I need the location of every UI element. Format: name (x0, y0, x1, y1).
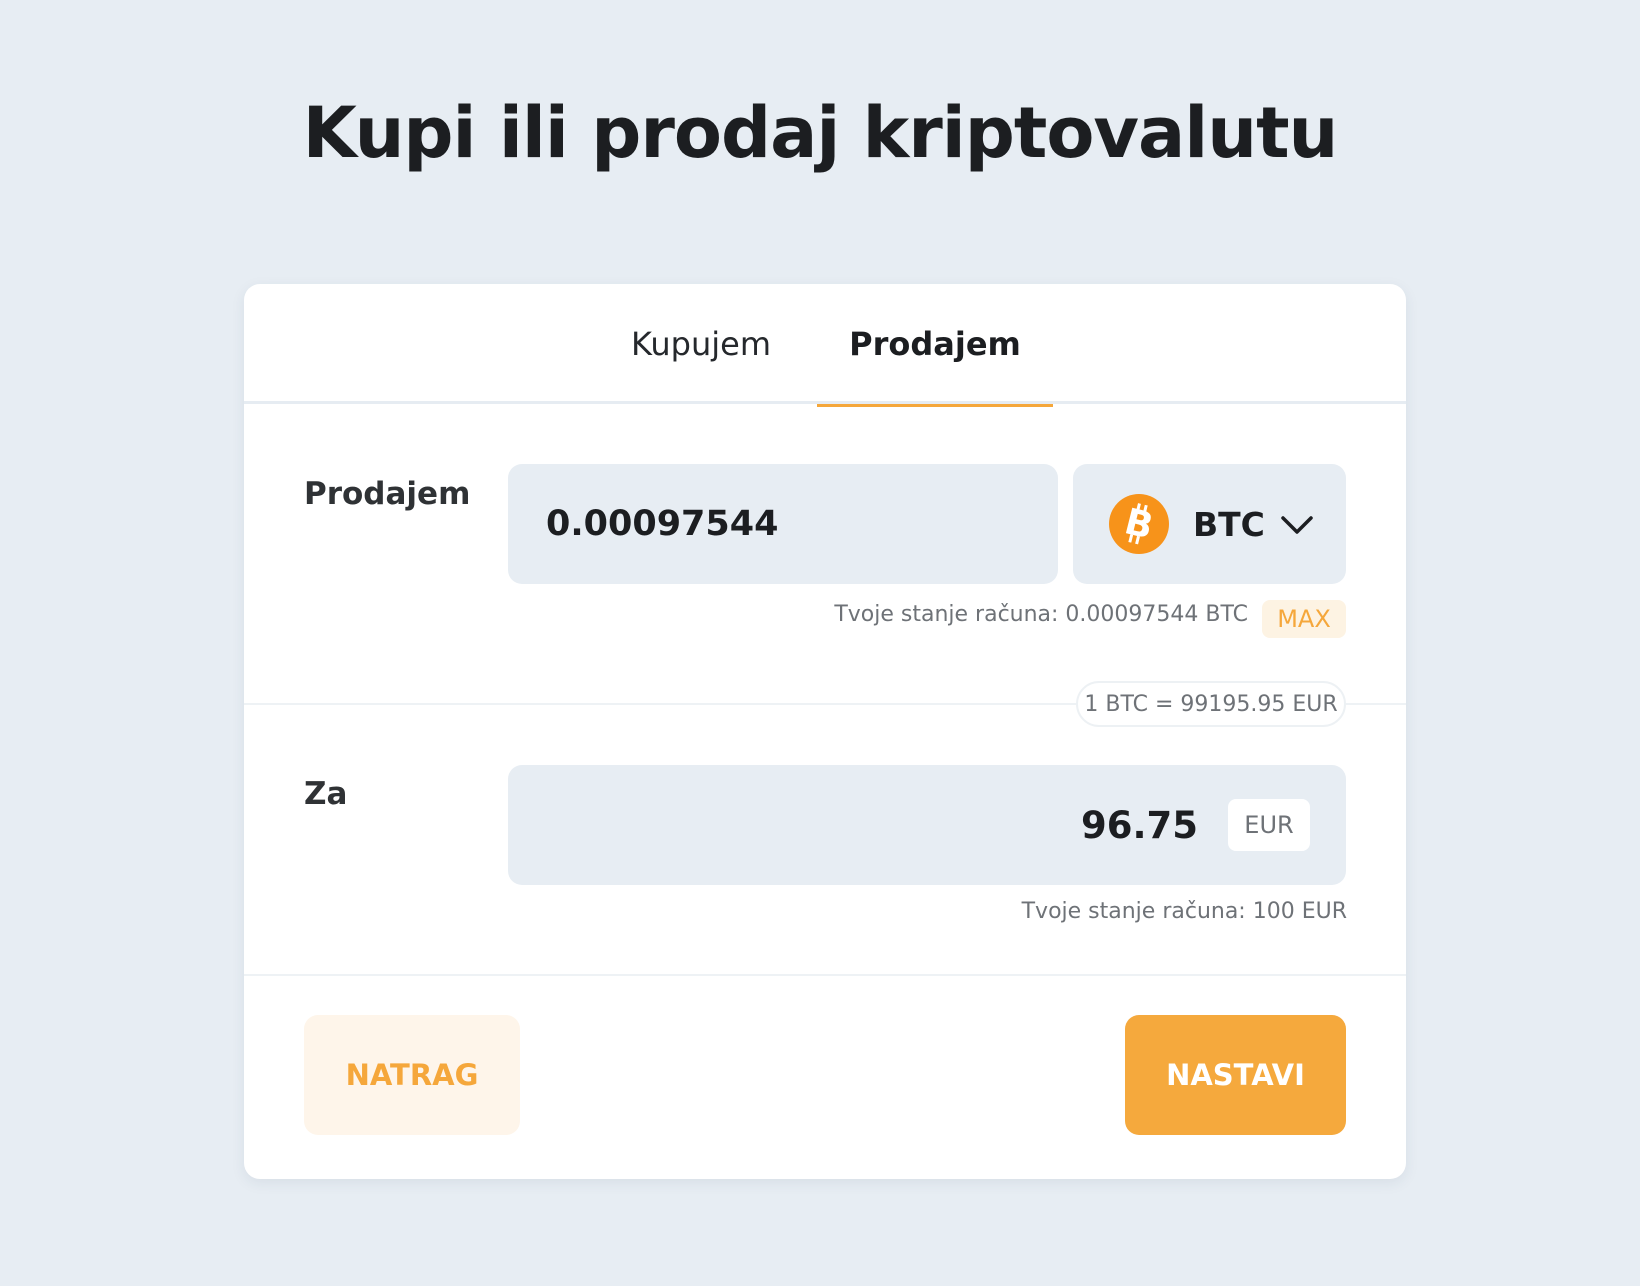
trade-card: Kupujem Prodajem Prodajem B BTC (244, 284, 1406, 1179)
max-button[interactable]: MAX (1262, 600, 1346, 638)
currency-select[interactable]: B BTC (1073, 464, 1346, 584)
receive-amount-field[interactable]: 96.75 EUR (508, 765, 1346, 885)
receive-amount-value: 96.75 (1080, 803, 1198, 847)
sell-amount-field[interactable] (508, 464, 1058, 584)
page-title: Kupi ili prodaj kriptovalutu (302, 92, 1339, 174)
bitcoin-icon: B (1109, 494, 1169, 554)
tab-bar: Kupujem Prodajem (244, 284, 1406, 407)
fiat-balance: Tvoje stanje računa: 100 EUR (1021, 899, 1347, 924)
chevron-down-icon (1279, 508, 1315, 540)
currency-code: BTC (1193, 504, 1265, 544)
back-button[interactable]: NATRAG (304, 1015, 520, 1135)
sell-label: Prodajem (304, 476, 471, 512)
crypto-balance: Tvoje stanje računa: 0.00097544 BTC (834, 602, 1248, 627)
exchange-rate-badge: 1 BTC = 99195.95 EUR (1076, 681, 1346, 727)
continue-button[interactable]: NASTAVI (1125, 1015, 1346, 1135)
sell-amount-input[interactable] (508, 464, 1058, 584)
tab-sell[interactable]: Prodajem (817, 284, 1053, 407)
fiat-currency-badge: EUR (1228, 799, 1310, 851)
tab-buy[interactable]: Kupujem (616, 284, 786, 404)
receive-label: Za (304, 776, 348, 812)
footer-divider (244, 974, 1406, 976)
